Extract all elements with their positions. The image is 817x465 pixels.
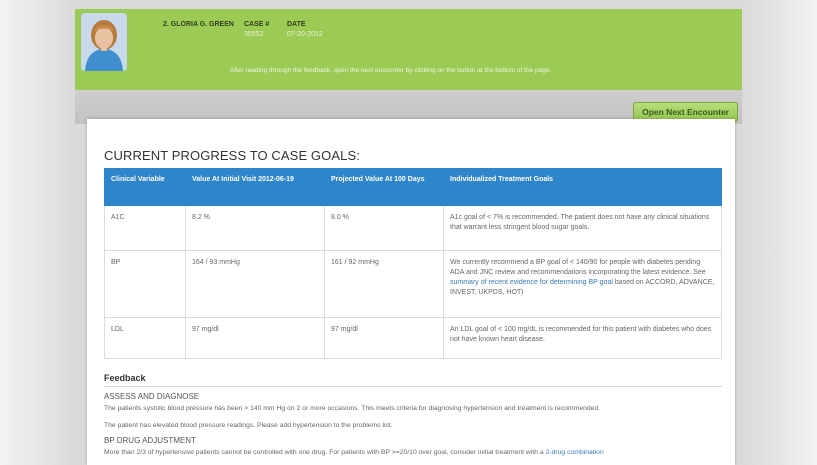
divider xyxy=(104,386,722,387)
patient-name: 2. GLORIA G. GREEN xyxy=(163,21,234,28)
table-header-row: Clinical Variable Value At Initial Visit… xyxy=(104,168,722,206)
progress-title: CURRENT PROGRESS TO CASE GOALS: xyxy=(104,148,360,163)
projected-value-cell: 97 mg/dl xyxy=(324,317,444,359)
patient-avatar xyxy=(81,13,127,71)
instruction-text: After reading through the feedback, open… xyxy=(230,67,552,74)
initial-value-cell: 8.2 % xyxy=(185,205,325,251)
content-panel: CURRENT PROGRESS TO CASE GOALS: Clinical… xyxy=(87,119,735,465)
bp-drug-text: More than 2/3 of hypertensive patients c… xyxy=(104,449,604,456)
assess-text: The patients systolic blood pressure has… xyxy=(104,405,601,412)
column-header: Individualized Treatment Goals xyxy=(443,168,722,206)
variable-cell: A1C xyxy=(104,205,186,251)
patient-header: 2. GLORIA G. GREEN CASE # 35552 DATE 07-… xyxy=(75,9,742,91)
column-header: Projected Value At 100 Days xyxy=(324,168,444,206)
column-header: Value At Initial Visit 2012-06-19 xyxy=(185,168,325,206)
two-drug-combination-link[interactable]: 2-drug combination xyxy=(546,449,604,456)
bp-drug-text-body: More than 2/3 of hypertensive patients c… xyxy=(104,449,546,456)
projected-value-cell: 161 / 92 mmHg xyxy=(324,250,444,318)
initial-value-cell: 164 / 93 mmHg xyxy=(185,250,325,318)
table-row: A1C 8.2 % 8.0 % A1c goal of < 7% is reco… xyxy=(104,205,722,251)
bp-evidence-link[interactable]: summary of recent evidence for determini… xyxy=(450,279,613,286)
assess-text: The patient has elevated blood pressure … xyxy=(104,422,393,429)
goals-table: Clinical Variable Value At Initial Visit… xyxy=(104,168,722,359)
projected-value-cell: 8.0 % xyxy=(324,205,444,251)
table-row: LDL 97 mg/dl 97 mg/dl An LDL goal of < 1… xyxy=(104,317,722,359)
case-label: CASE # xyxy=(244,21,270,28)
case-number: 35552 xyxy=(244,31,264,38)
table-row: BP 164 / 93 mmHg 161 / 92 mmHg We curren… xyxy=(104,250,722,318)
assess-heading: ASSESS AND DIAGNOSE xyxy=(104,392,200,401)
goal-cell: A1c goal of < 7% is recommended. The pat… xyxy=(443,205,722,251)
variable-cell: BP xyxy=(104,250,186,318)
initial-value-cell: 97 mg/dl xyxy=(185,317,325,359)
date-label: DATE xyxy=(287,21,306,28)
goal-cell: We currently recommend a BP goal of < 14… xyxy=(443,250,722,318)
variable-cell: LDL xyxy=(104,317,186,359)
bp-drug-heading: BP DRUG ADJUSTMENT xyxy=(104,436,196,445)
encounter-date: 07-20-2012 xyxy=(287,31,323,38)
column-header: Clinical Variable xyxy=(104,168,186,206)
feedback-title: Feedback xyxy=(104,373,146,383)
goal-cell: An LDL goal of < 100 mg/dL is recommende… xyxy=(443,317,722,359)
goal-text: We currently recommend a BP goal of < 14… xyxy=(450,259,706,276)
